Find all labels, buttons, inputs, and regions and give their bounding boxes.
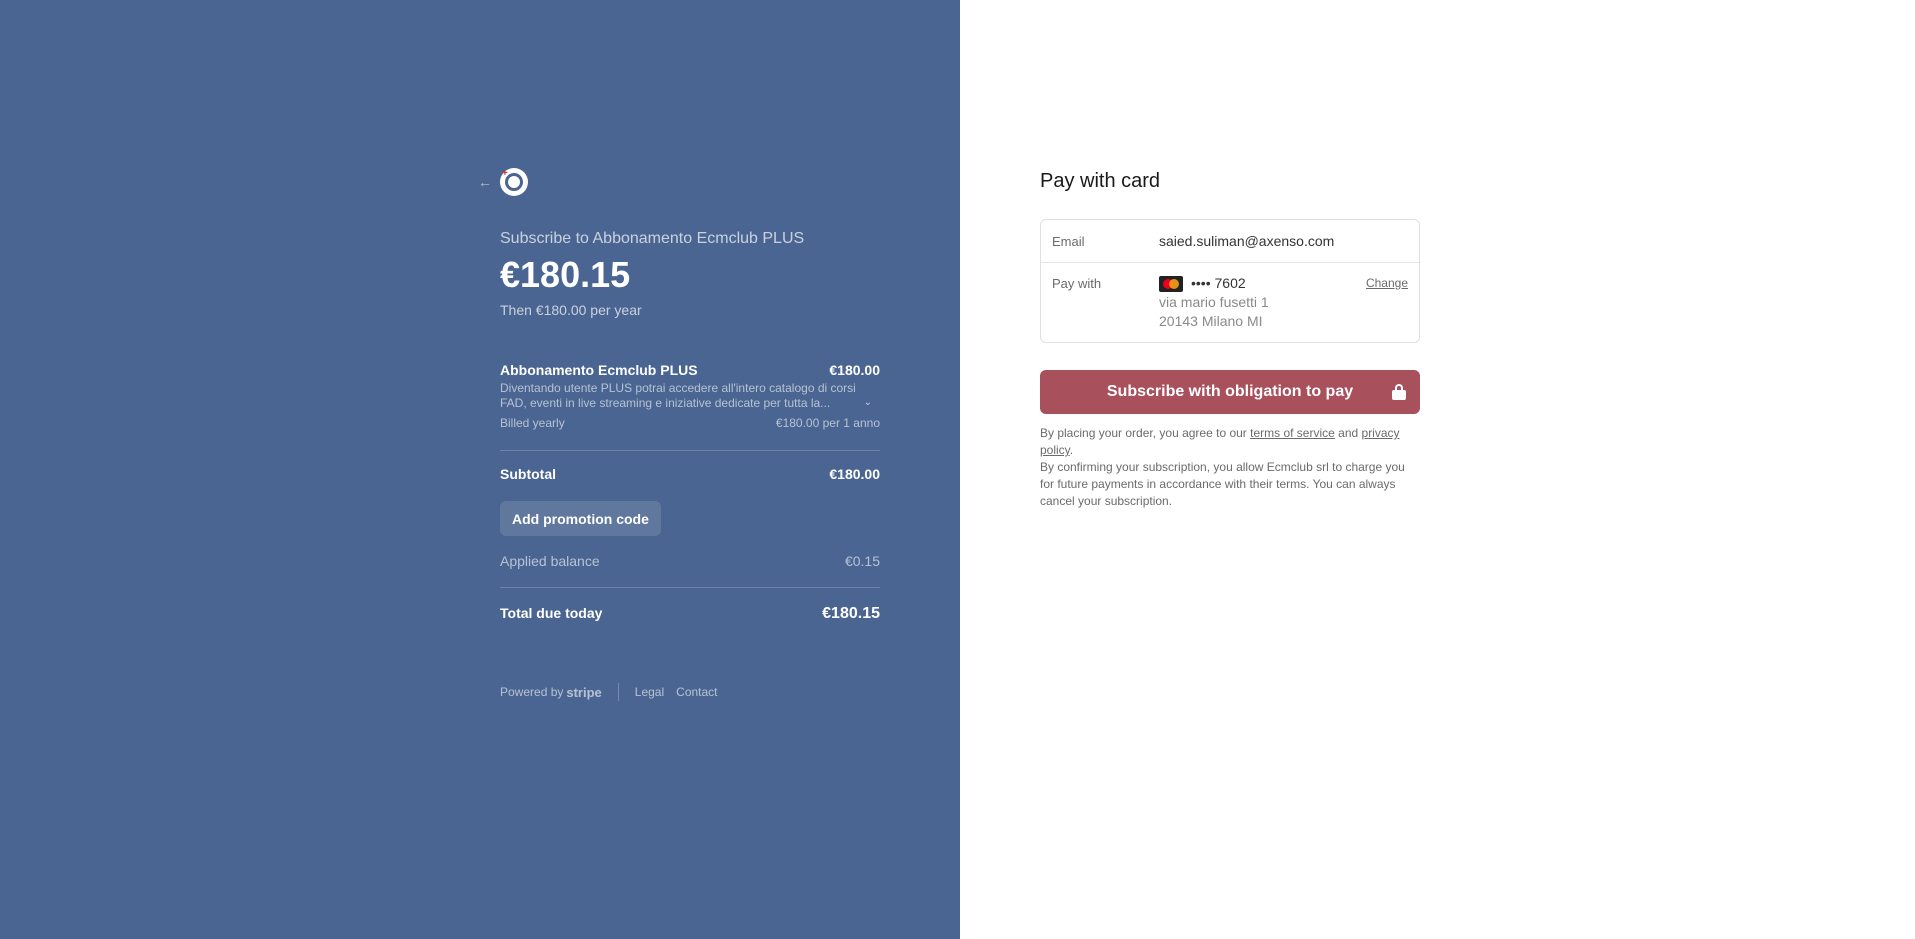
payment-form: Pay with card Email saied.suliman@axenso… xyxy=(1040,170,1420,508)
legal-link[interactable]: Legal xyxy=(635,685,664,699)
line-item: Abbonamento Ecmclub PLUS €180.00 Diventa… xyxy=(500,362,880,430)
lock-icon xyxy=(1392,384,1406,400)
email-value: saied.suliman@axenso.com xyxy=(1159,233,1335,249)
email-label: Email xyxy=(1052,234,1085,249)
terms-text: By placing your order, you agree to our … xyxy=(1040,425,1420,510)
subscription-consent: By confirming your subscription, you all… xyxy=(1040,460,1405,508)
billed-value: €180.00 per 1 anno xyxy=(775,416,880,430)
subtotal-label: Subtotal xyxy=(500,466,556,482)
total-row: Total due today €180.15 xyxy=(500,605,880,623)
stripe-logo[interactable]: stripe xyxy=(566,685,601,700)
footer-separator xyxy=(617,683,619,701)
price-total-header: €180.15 xyxy=(500,254,631,295)
payment-details-box: Email saied.suliman@axenso.com Pay with … xyxy=(1040,219,1420,343)
page-title: Pay with card xyxy=(1040,170,1161,192)
billed-label: Billed yearly xyxy=(500,416,565,430)
applied-balance-value: €0.15 xyxy=(844,553,880,569)
subtotal-row: Subtotal €180.00 xyxy=(500,466,880,482)
price-recurring: Then €180.00 per year xyxy=(500,302,642,318)
total-value: €180.15 xyxy=(822,605,880,622)
applied-balance-label: Applied balance xyxy=(500,553,600,569)
terms-of-service-link[interactable]: terms of service xyxy=(1250,426,1335,440)
address-line-2: 20143 Milano MI xyxy=(1159,313,1263,329)
add-promotion-code-button[interactable]: Add promotion code xyxy=(500,501,661,536)
ecmclub-logo: + xyxy=(500,168,528,196)
card-number: •••• 7602 xyxy=(1191,275,1246,291)
subtotal-value: €180.00 xyxy=(829,466,880,482)
divider xyxy=(500,587,880,588)
powered-by-label: Powered by xyxy=(500,685,564,699)
payment-panel: Pay with card Email saied.suliman@axenso… xyxy=(960,0,1915,939)
address-line-1: via mario fusetti 1 xyxy=(1159,294,1269,310)
order-summary-panel: ← + Subscribe to Abbonamento Ecmclub PLU… xyxy=(0,0,960,939)
item-name: Abbonamento Ecmclub PLUS xyxy=(500,362,698,378)
header-row: ← + xyxy=(478,168,528,196)
contact-link[interactable]: Contact xyxy=(676,685,717,699)
change-payment-link[interactable]: Change xyxy=(1366,276,1408,290)
terms-post: . xyxy=(1069,443,1074,457)
subscribe-button[interactable]: Subscribe with obligation to pay xyxy=(1040,370,1420,414)
subscribe-button-label: Subscribe with obligation to pay xyxy=(1106,383,1354,400)
subscribe-title: Subscribe to Abbonamento Ecmclub PLUS xyxy=(500,230,805,247)
applied-balance-row: Applied balance €0.15 xyxy=(500,553,880,569)
mastercard-icon xyxy=(1159,276,1183,292)
email-row[interactable]: Email saied.suliman@axenso.com xyxy=(1041,220,1419,263)
pay-with-label: Pay with xyxy=(1052,276,1102,291)
terms-pre: By placing your order, you agree to our xyxy=(1040,426,1251,440)
total-label: Total due today xyxy=(500,605,603,621)
item-description: Diventando utente PLUS potrai accedere a… xyxy=(500,381,856,410)
divider xyxy=(500,450,880,451)
footer: Powered by stripe Legal Contact xyxy=(500,683,730,701)
chevron-down-icon[interactable]: ⌄ xyxy=(864,395,872,410)
arrow-left-icon[interactable]: ← xyxy=(478,175,492,189)
terms-and: and xyxy=(1334,426,1362,440)
item-price: €180.00 xyxy=(829,362,880,378)
